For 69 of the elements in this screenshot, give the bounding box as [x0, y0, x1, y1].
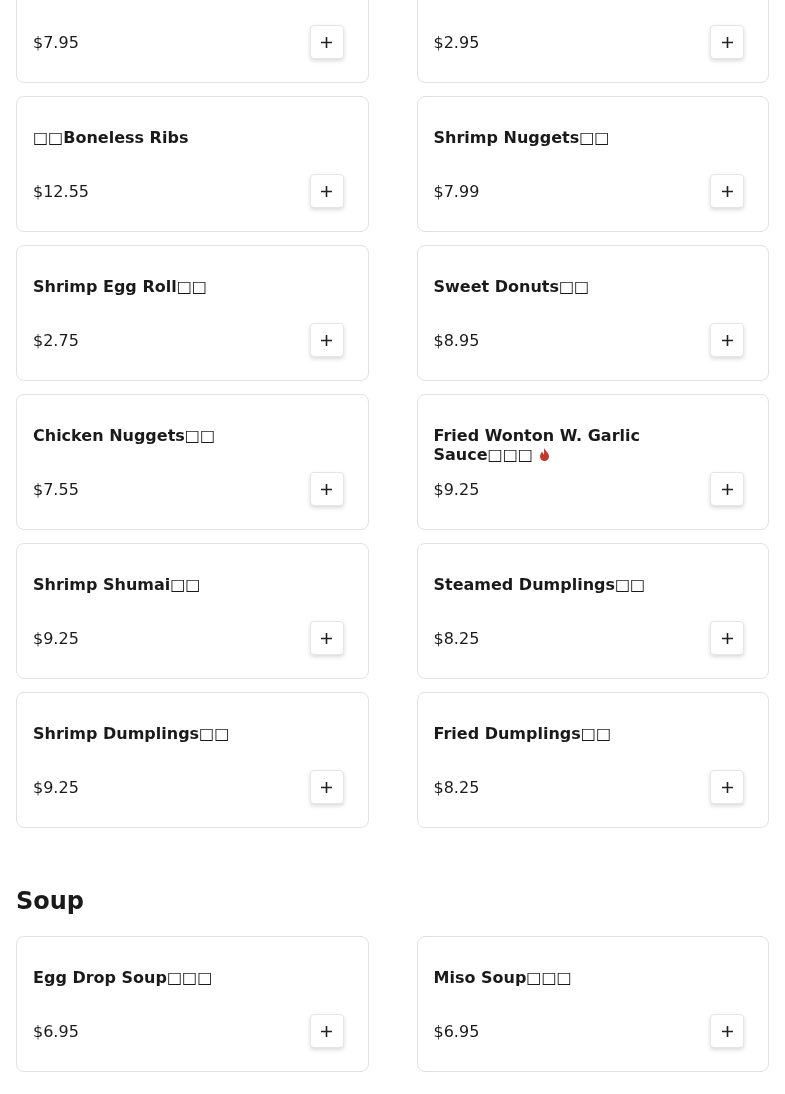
- item-price: $7.95: [33, 32, 79, 52]
- item-name: Egg Drop Soup□□□: [33, 968, 214, 987]
- item-price: $2.95: [433, 32, 480, 52]
- plus-icon: [321, 483, 332, 495]
- add-button[interactable]: [309, 323, 344, 357]
- menu-item-card[interactable]: Shrimp Egg Roll□□ $2.75: [16, 245, 369, 381]
- plus-icon: [321, 632, 332, 644]
- plus-icon: [321, 781, 332, 793]
- item-price: $9.25: [433, 479, 480, 499]
- plus-icon: [721, 334, 733, 346]
- item-price: $9.25: [33, 777, 79, 797]
- plus-icon: [321, 1025, 332, 1037]
- item-price: $8.95: [433, 330, 480, 350]
- item-price: $12.55: [33, 181, 89, 201]
- item-price: $6.95: [33, 1021, 79, 1041]
- item-name: Sweet Donuts□□: [433, 277, 591, 296]
- item-name: Shrimp Dumplings□□: [33, 724, 231, 743]
- add-button[interactable]: [309, 770, 344, 804]
- add-button[interactable]: [710, 1014, 744, 1048]
- section-heading: Soup: [16, 886, 86, 916]
- plus-icon: [321, 36, 332, 48]
- menu-item-card[interactable]: $2.95: [416, 0, 769, 83]
- item-price: $8.25: [433, 628, 480, 648]
- item-name: □□Boneless Ribs: [33, 128, 190, 147]
- menu-item-card[interactable]: $7.95: [16, 0, 369, 83]
- menu-item-card[interactable]: Shrimp Dumplings□□ $9.25: [16, 692, 369, 828]
- item-name: Shrimp Shumai□□: [33, 575, 202, 594]
- menu-item-card[interactable]: Shrimp Nuggets□□ $7.99: [416, 96, 769, 232]
- item-price: $9.25: [33, 628, 79, 648]
- add-button[interactable]: [309, 1014, 344, 1048]
- add-button[interactable]: [710, 472, 744, 506]
- add-button[interactable]: [309, 621, 344, 655]
- menu-item-card[interactable]: □□Boneless Ribs $12.55: [16, 96, 369, 232]
- item-price: $7.55: [33, 479, 79, 499]
- item-name: Shrimp Nuggets□□: [433, 128, 611, 147]
- plus-icon: [321, 334, 332, 346]
- item-name: Chicken Nuggets□□: [33, 426, 217, 445]
- menu-item-card[interactable]: Fried Dumplings□□ $8.25: [416, 692, 769, 828]
- add-button[interactable]: [309, 174, 344, 208]
- item-name: Fried Dumplings□□: [433, 724, 613, 743]
- add-button[interactable]: [710, 323, 744, 357]
- item-price: $7.99: [433, 181, 480, 201]
- item-name: Shrimp Egg Roll□□: [33, 277, 208, 296]
- plus-icon: [721, 632, 733, 644]
- add-button[interactable]: [309, 25, 344, 59]
- menu-item-card[interactable]: Sweet Donuts□□ $8.95: [416, 245, 769, 381]
- item-name: Miso Soup□□□: [433, 968, 573, 987]
- plus-icon: [721, 185, 733, 197]
- add-button[interactable]: [710, 25, 744, 59]
- item-price: $2.75: [33, 330, 79, 350]
- plus-icon: [721, 36, 733, 48]
- menu-item-card[interactable]: Chicken Nuggets□□ $7.55: [16, 394, 369, 530]
- add-button[interactable]: [710, 770, 744, 804]
- menu-item-card[interactable]: Shrimp Shumai□□ $9.25: [16, 543, 369, 679]
- add-button[interactable]: [309, 472, 344, 506]
- menu-item-card[interactable]: Steamed Dumplings□□ $8.25: [416, 543, 769, 679]
- item-price: $8.25: [433, 777, 480, 797]
- item-name: Steamed Dumplings□□: [433, 575, 647, 594]
- plus-icon: [721, 1025, 733, 1037]
- plus-icon: [721, 483, 733, 495]
- item-name: Fried Wonton W. Garlic Sauce□□□: [433, 426, 641, 464]
- menu-item-card[interactable]: Egg Drop Soup□□□ $6.95: [16, 936, 369, 1072]
- item-price: $6.95: [433, 1021, 480, 1041]
- menu-item-card[interactable]: Fried Wonton W. Garlic Sauce□□□ $9.25: [416, 394, 769, 530]
- plus-icon: [721, 781, 733, 793]
- plus-icon: [321, 185, 332, 197]
- add-button[interactable]: [710, 174, 744, 208]
- add-button[interactable]: [710, 621, 744, 655]
- menu-item-card[interactable]: Miso Soup□□□ $6.95: [416, 936, 769, 1072]
